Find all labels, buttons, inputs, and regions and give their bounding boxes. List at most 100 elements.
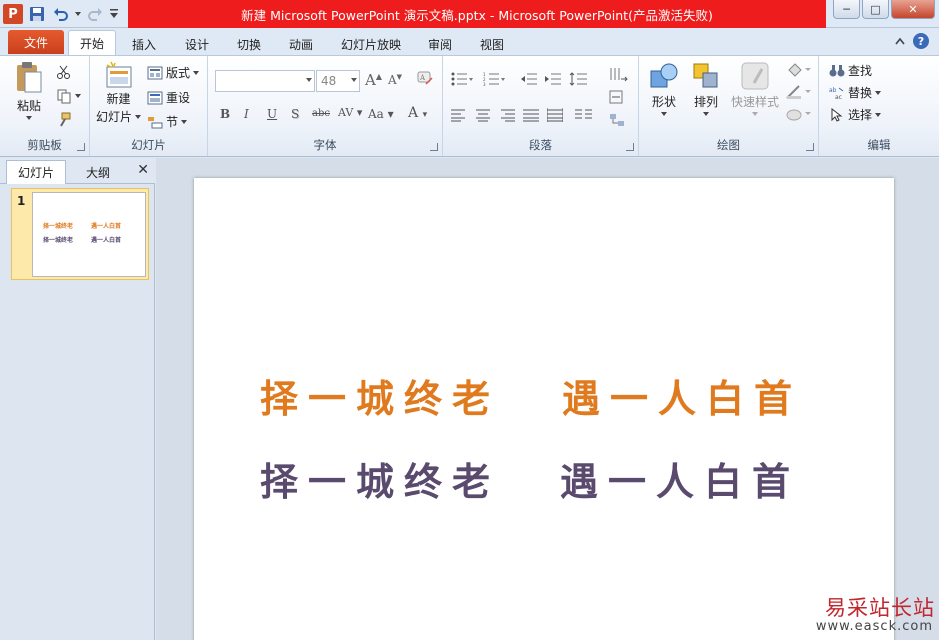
tab-view[interactable]: 视图 (472, 33, 512, 55)
section-label: 节 (166, 115, 179, 129)
align-text-icon[interactable] (609, 90, 629, 104)
copy-button[interactable] (56, 88, 81, 104)
align-right-icon[interactable] (499, 108, 515, 122)
italic-button[interactable]: I (244, 107, 249, 121)
shapes-label: 形状 (651, 95, 676, 109)
maximize-icon: □ (870, 2, 881, 16)
replace-icon: abac (829, 87, 844, 100)
tab-review[interactable]: 审阅 (420, 33, 460, 55)
shape-effects-icon[interactable] (785, 106, 811, 122)
new-slide-button[interactable]: 新建 幻灯片 (96, 61, 142, 125)
distributed-icon[interactable] (547, 108, 563, 122)
arrange-button[interactable]: 排列 (691, 61, 721, 116)
close-pane-button[interactable]: ✕ (137, 162, 149, 178)
svg-text:ab: ab (829, 87, 837, 94)
clear-formatting-button[interactable]: A (416, 70, 434, 89)
paintbrush-icon (60, 112, 71, 127)
group-paragraph: 123 段落 (443, 56, 639, 156)
help-button[interactable]: ? (913, 33, 929, 49)
chevron-down-icon (752, 112, 758, 116)
tab-insert[interactable]: 插入 (124, 33, 164, 55)
clipboard-launcher-button[interactable] (77, 143, 85, 151)
smartart-icon[interactable] (609, 113, 629, 127)
layout-button[interactable]: 版式 (147, 64, 200, 81)
font-size-input[interactable]: 48 (316, 70, 360, 92)
slide-text-line1-right[interactable]: 遇一人白首 (562, 368, 802, 423)
increase-indent-icon[interactable] (545, 72, 561, 86)
bullets-icon[interactable] (451, 72, 473, 86)
slides-pane-tabs: 幻灯片 大纲 ✕ (0, 158, 155, 184)
slide-text-line1-left[interactable]: 择一城终老 (260, 368, 500, 423)
font-color-button[interactable]: A ▾ (408, 105, 427, 121)
undo-dropdown-button[interactable] (74, 3, 82, 25)
watermark: 易采站长站 www.easck.com (816, 592, 935, 636)
tab-file[interactable]: 文件 (8, 30, 64, 54)
quick-styles-button[interactable]: 快速样式 (731, 61, 779, 116)
grow-font-icon: A (365, 71, 376, 89)
slide-thumbnail-selected[interactable]: 择一城终老 遇一人白首 择一城终老 遇一人白首 (11, 188, 149, 280)
slide-thumbnail[interactable]: 择一城终老 遇一人白首 择一城终老 遇一人白首 (32, 192, 146, 277)
chevron-up-icon (895, 37, 905, 45)
ribbon-minimize-button[interactable] (895, 35, 905, 48)
columns-icon[interactable] (575, 108, 595, 122)
tab-home[interactable]: 开始 (68, 30, 116, 56)
char-spacing-button[interactable]: AV ▾ (338, 106, 362, 119)
replace-button[interactable]: ab ac 替换 (829, 84, 882, 101)
decrease-indent-icon[interactable] (521, 72, 537, 86)
app-menu-button[interactable]: P (2, 3, 24, 25)
numbering-icon[interactable]: 123 (483, 72, 505, 86)
strikethrough-button[interactable]: abc (312, 108, 330, 119)
line-spacing-icon[interactable] (569, 72, 591, 86)
shapes-icon (650, 63, 678, 88)
tab-slideshow[interactable]: 幻灯片放映 (336, 33, 406, 55)
new-slide-label-1: 新建 (106, 92, 131, 106)
shape-fill-icon[interactable] (785, 62, 811, 78)
drawing-launcher-button[interactable] (806, 143, 814, 151)
underline-button[interactable]: U (267, 107, 277, 121)
justify-icon[interactable] (523, 108, 539, 122)
editing-group-label: 编辑 (867, 138, 891, 152)
customize-qat-button[interactable] (108, 3, 120, 25)
change-case-button[interactable]: Aa ▾ (368, 107, 394, 121)
grow-font-button[interactable]: A▲ (365, 71, 382, 89)
shape-outline-icon[interactable] (785, 84, 811, 100)
close-button[interactable]: ✕ (891, 0, 935, 19)
slide-text-line2-right[interactable]: 遇一人白首 (560, 451, 800, 506)
redo-button[interactable] (84, 3, 106, 25)
select-button[interactable]: 选择 (829, 106, 882, 123)
maximize-button[interactable]: □ (862, 0, 889, 19)
tab-outline[interactable]: 大纲 (68, 160, 128, 184)
font-launcher-button[interactable] (430, 143, 438, 151)
find-button[interactable]: 查找 (829, 62, 872, 79)
tab-design[interactable]: 设计 (177, 33, 217, 55)
save-button[interactable] (26, 3, 48, 25)
slide-text-line2-left[interactable]: 择一城终老 (260, 451, 500, 506)
shapes-button[interactable]: 形状 (649, 61, 679, 116)
paragraph-launcher-button[interactable] (626, 143, 634, 151)
undo-button[interactable] (50, 3, 72, 25)
bold-button[interactable]: B (220, 107, 230, 121)
shrink-font-button[interactable]: A▼ (388, 73, 402, 87)
tab-slides[interactable]: 幻灯片 (6, 160, 66, 184)
align-center-icon[interactable] (475, 108, 491, 122)
format-painter-button[interactable] (56, 112, 72, 128)
cursor-icon (831, 107, 843, 122)
reset-button[interactable]: 重设 (147, 89, 190, 106)
minimize-button[interactable]: ─ (833, 0, 860, 19)
font-name-input[interactable] (215, 70, 315, 92)
align-left-icon[interactable] (451, 108, 467, 122)
undo-icon (54, 8, 68, 21)
minimize-icon: ─ (843, 2, 850, 16)
tab-transitions[interactable]: 切换 (229, 33, 269, 55)
slide-canvas[interactable]: 择一城终老 遇一人白首 择一城终老 遇一人白首 (194, 178, 894, 640)
shadow-button[interactable]: S (291, 107, 299, 121)
section-button[interactable]: 节 (147, 113, 188, 130)
chevron-down-icon (306, 78, 312, 82)
tab-animations[interactable]: 动画 (281, 33, 321, 55)
chevron-down-icon (703, 112, 709, 116)
close-icon: ✕ (137, 162, 149, 178)
paste-button[interactable]: 粘贴 (14, 61, 44, 120)
cut-button[interactable] (56, 64, 72, 80)
text-direction-icon[interactable] (609, 66, 629, 82)
reset-label: 重设 (166, 91, 191, 105)
